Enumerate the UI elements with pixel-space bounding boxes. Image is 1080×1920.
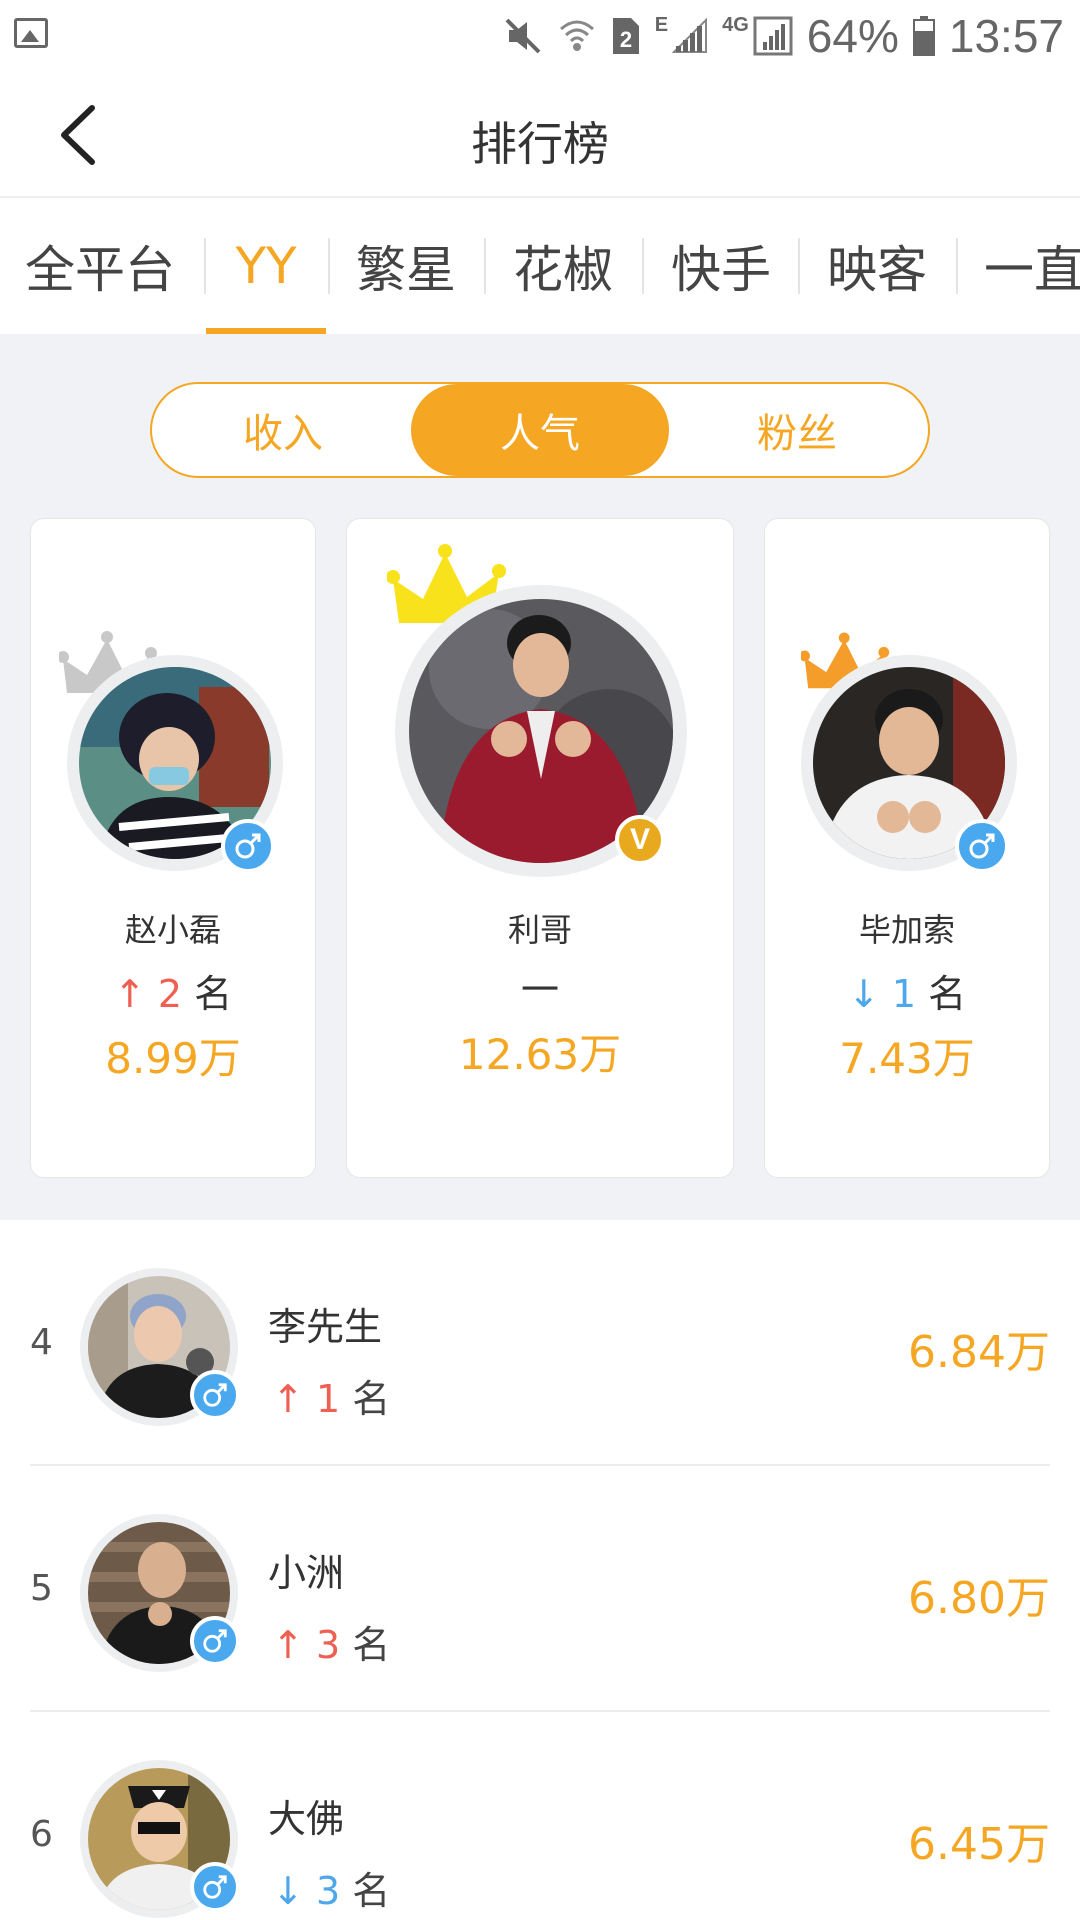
rank-change-value: 2 <box>157 972 182 1016</box>
edge-label: E <box>654 14 669 36</box>
podium-card-first[interactable]: V 利哥 一 12.63万 <box>346 518 734 1178</box>
rank-change-value: 1 <box>891 972 916 1016</box>
tab-label: YY <box>235 237 297 295</box>
segment-label: 粉丝 <box>757 411 837 457</box>
arrow-down-icon: ↓ <box>272 1869 304 1913</box>
tab-fanxing[interactable]: 繁星 <box>330 198 482 334</box>
segment-label: 人气 <box>500 411 580 457</box>
rank-change: ↓ 1 名 <box>765 963 1049 1018</box>
list-item[interactable]: 5 小洲 ↑ 3 名 6.80万 <box>0 1466 1080 1712</box>
rank-unit: 名 <box>928 972 967 1016</box>
rank-index: 4 <box>30 1322 53 1363</box>
rank-index: 6 <box>30 1814 53 1855</box>
tab-label: 全平台 <box>25 241 175 299</box>
rank-unit: 名 <box>194 972 233 1016</box>
page-title: 排行榜 <box>471 117 609 171</box>
rank-unit: 名 <box>352 1623 391 1667</box>
status-bar: 2 E 4G 64% 13:57 <box>0 0 1080 72</box>
ranking-type-switch: 收入 人气 粉丝 <box>150 382 930 478</box>
rank-change: ↑ 2 名 <box>31 963 315 1018</box>
rank-change: ↓ 3 名 <box>272 1860 390 1915</box>
rank-index: 5 <box>30 1568 53 1609</box>
anchor-name: 小洲 <box>268 1551 345 1595</box>
popularity-value: 6.80万 <box>908 1573 1050 1624</box>
rank-unit: 名 <box>352 1377 391 1421</box>
podium-name: 毕加索 <box>858 911 955 949</box>
rank-unit: 名 <box>352 1869 391 1913</box>
segment-label: 收入 <box>243 411 323 457</box>
battery-icon <box>912 16 935 56</box>
list-item[interactable]: 4 李先生 ↑ 1 名 6.84万 <box>0 1220 1080 1466</box>
anchor-name: 李先生 <box>268 1305 383 1349</box>
tab-label: 映客 <box>827 241 927 299</box>
tab-label: 花椒 <box>513 241 613 299</box>
arrow-up-icon: ↑ <box>113 972 146 1016</box>
popularity-value: 6.84万 <box>908 1327 1050 1378</box>
wifi-icon <box>559 20 594 51</box>
anchor-name: 大佛 <box>268 1797 345 1841</box>
rank-change-value: 3 <box>315 1869 341 1913</box>
sim-label: 2 <box>620 27 632 52</box>
tab-all-platforms[interactable]: 全平台 <box>20 198 180 334</box>
signal-icon <box>753 16 793 56</box>
tab-yingke[interactable]: 映客 <box>800 198 954 334</box>
segment-popularity[interactable]: 人气 <box>411 384 669 476</box>
vip-badge-label: V <box>629 823 650 856</box>
male-icon <box>190 1370 240 1420</box>
rank-change: 一 <box>520 968 559 1012</box>
segment-fans[interactable]: 粉丝 <box>668 384 926 476</box>
platform-tabs: 全平台 YY 繁星 花椒 快手 映客 一直 <box>0 198 1080 334</box>
list-item[interactable]: 6 大佛 ↓ 3 名 6.45万 <box>0 1712 1080 1920</box>
tab-label: 一直 <box>984 241 1080 299</box>
popularity-value: 8.99万 <box>105 1034 241 1083</box>
arrow-up-icon: ↑ <box>272 1623 304 1667</box>
tab-label: 繁星 <box>356 241 456 299</box>
signal-icon <box>672 18 708 53</box>
segment-income[interactable]: 收入 <box>154 384 412 476</box>
tab-divider <box>956 238 958 294</box>
rank-change-value: 1 <box>315 1377 341 1421</box>
rank-change-value: 3 <box>315 1623 341 1667</box>
tab-yizhi[interactable]: 一直 <box>984 198 1080 334</box>
nav-bar: 排行榜 <box>0 72 1080 198</box>
podium-name: 利哥 <box>507 911 572 949</box>
podium-card-third[interactable]: 毕加索 ↓ 1 名 7.43万 <box>764 518 1050 1178</box>
popularity-value: 7.43万 <box>839 1034 975 1083</box>
male-icon <box>221 819 275 873</box>
mute-icon <box>505 18 541 54</box>
male-icon <box>190 1862 240 1912</box>
tab-label: 快手 <box>671 241 771 299</box>
rank-change: ↑ 1 名 <box>272 1368 390 1423</box>
tab-yy[interactable]: YY <box>206 198 326 334</box>
male-icon <box>190 1616 240 1666</box>
arrow-up-icon: ↑ <box>272 1377 304 1421</box>
network-label: 4G <box>722 14 749 36</box>
podium-name: 赵小磊 <box>124 911 221 949</box>
popularity-value: 12.63万 <box>458 1030 622 1079</box>
rank-change: ↑ 3 名 <box>272 1614 390 1669</box>
vip-badge: V <box>615 815 665 865</box>
sim-icon: 2 <box>612 18 639 54</box>
popularity-value: 6.45万 <box>908 1819 1050 1870</box>
gallery-icon <box>14 18 48 48</box>
top-ranking-area: 收入 人气 粉丝 赵小磊 ↑ 2 名 8.99万 V 利哥 一 12.63万 毕… <box>0 334 1080 1220</box>
status-icons: 2 E 4G 64% 13:57 <box>503 8 1064 64</box>
arrow-down-icon: ↓ <box>847 972 880 1016</box>
battery-percent: 64% <box>806 10 899 62</box>
podium-card-second[interactable]: 赵小磊 ↑ 2 名 8.99万 <box>30 518 316 1178</box>
clock: 13:57 <box>948 10 1064 62</box>
tab-huajiao[interactable]: 花椒 <box>486 198 640 334</box>
male-icon <box>955 819 1009 873</box>
tab-kuaishou[interactable]: 快手 <box>644 198 798 334</box>
